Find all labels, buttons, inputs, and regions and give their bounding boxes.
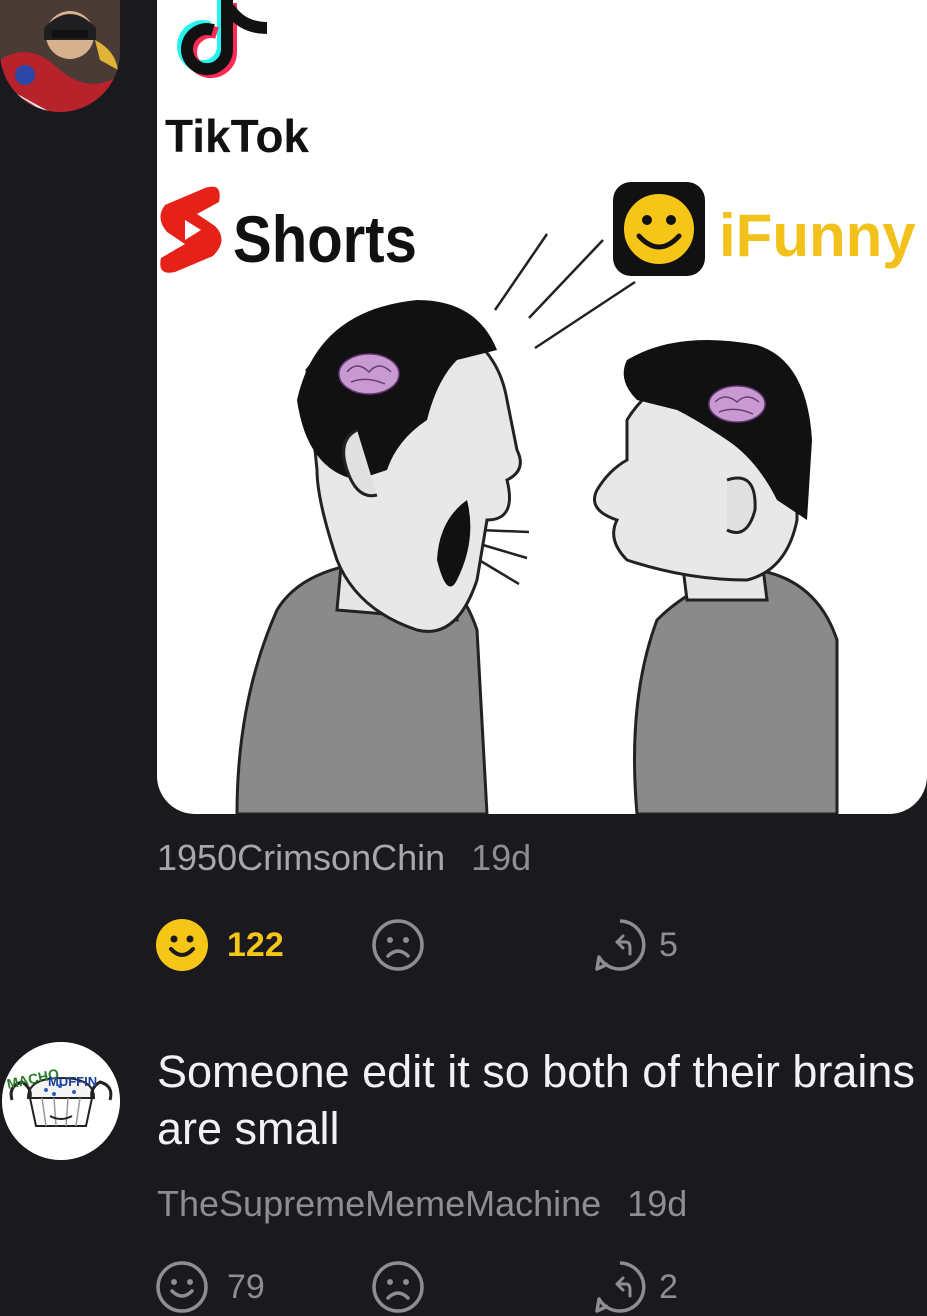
youtube-shorts-icon — [160, 186, 222, 273]
reply-icon — [595, 919, 646, 971]
ifunny-logo-icon — [613, 182, 705, 276]
reply-icon — [595, 1261, 646, 1313]
macho-muffin-avatar-image: MACHO MUFFIN — [2, 1042, 120, 1160]
comment-author-name[interactable]: TheSupremeMemeMachine — [157, 1183, 601, 1224]
smile-outline-icon — [156, 1261, 208, 1313]
comment-smile-button[interactable]: 79 — [155, 1260, 265, 1314]
post-author-avatar[interactable] — [0, 0, 120, 112]
superhero-avatar-image — [0, 0, 120, 112]
comment-text: Someone edit it so both of their brains … — [157, 1046, 915, 1154]
calm-man-illustration — [593, 340, 839, 814]
frown-icon — [372, 919, 424, 971]
post-reply-button[interactable]: 5 — [593, 918, 678, 972]
comment-meta: TheSupremeMemeMachine 19d — [157, 1183, 687, 1225]
shouting-man-illustration — [235, 300, 522, 814]
ifunny-label: iFunny — [719, 202, 916, 269]
svg-text:MUFFIN: MUFFIN — [48, 1074, 97, 1089]
post-reply-count: 5 — [659, 925, 678, 964]
post-smile-count: 122 — [227, 925, 284, 964]
post-author-name[interactable]: 1950CrimsonChin — [157, 837, 445, 878]
smile-filled-icon — [156, 919, 208, 971]
comment-unsmile-button[interactable] — [371, 1260, 425, 1314]
comment-reply-count: 2 — [659, 1267, 678, 1306]
tiktok-label: TikTok — [165, 110, 309, 162]
meme-image[interactable]: TikTok Shorts iFunny — [157, 0, 927, 814]
frown-icon — [372, 1261, 424, 1313]
comment-author-avatar[interactable]: MACHO MUFFIN — [2, 1042, 120, 1160]
post-unsmile-button[interactable] — [371, 918, 425, 972]
comment-timestamp: 19d — [627, 1183, 688, 1224]
tiktok-logo-icon — [177, 0, 268, 79]
post-smile-button[interactable]: 122 — [155, 918, 284, 972]
comment-reply-button[interactable]: 2 — [593, 1260, 678, 1314]
shorts-label: Shorts — [233, 204, 417, 277]
post-timestamp: 19d — [471, 837, 532, 878]
comment-smile-count: 79 — [227, 1267, 265, 1306]
post-meta: 1950CrimsonChin 19d — [157, 837, 531, 879]
